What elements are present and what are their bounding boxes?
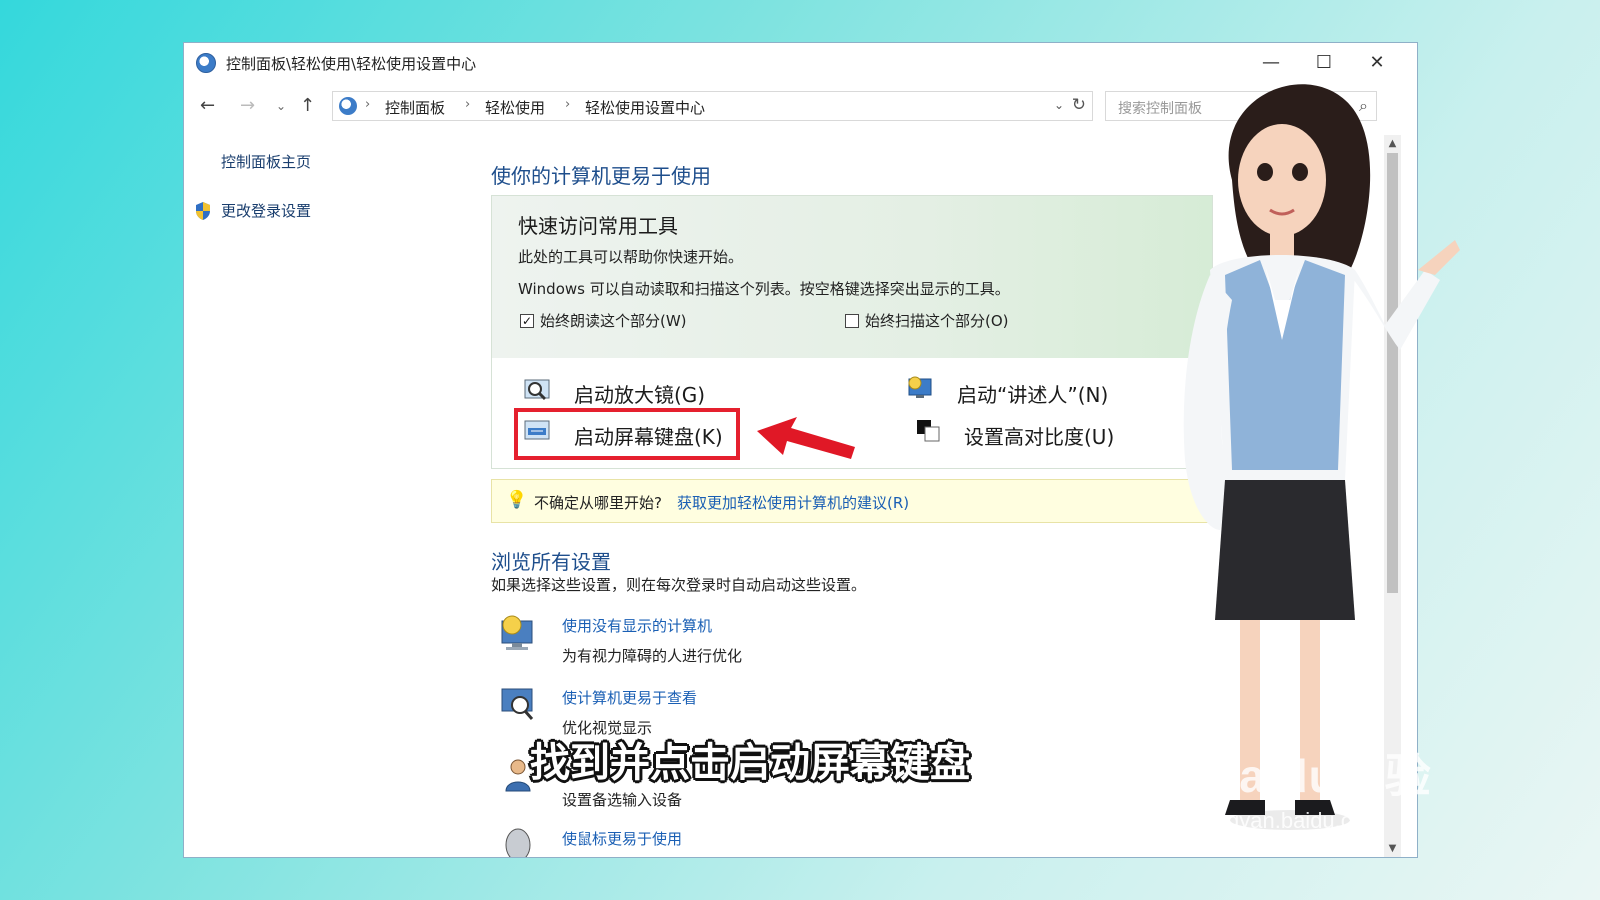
tip-text: 不确定从哪里开始?: [534, 494, 662, 512]
always-read-label[interactable]: 始终朗读这个部分(W): [540, 310, 687, 331]
shield-icon: [196, 202, 210, 220]
easier-to-see-icon: [501, 688, 534, 720]
breadcrumb-ease-of-access[interactable]: 轻松使用: [485, 97, 545, 118]
always-read-checkbox[interactable]: ✓: [520, 314, 534, 328]
get-recommendations-link[interactable]: 获取更加轻松使用计算机的建议(R): [677, 492, 909, 513]
category-desc-no-display: 为有视力障碍的人进行优化: [562, 647, 743, 665]
mouse-icon: [505, 828, 531, 857]
address-dropdown-icon[interactable]: ⌄: [1054, 98, 1064, 112]
category-link-mouse[interactable]: 使鼠标更易于使用: [562, 828, 682, 849]
category-desc-alternative-input: 设置备选输入设备: [562, 791, 683, 809]
sidebar-item-control-panel-home[interactable]: 控制面板主页: [221, 151, 311, 172]
back-button[interactable]: ←: [200, 95, 215, 116]
browse-settings-subtitle: 如果选择这些设置，则在每次登录时自动启动这些设置。: [491, 576, 867, 594]
window-title: 控制面板\轻松使用\轻松使用设置中心: [226, 55, 477, 73]
always-scan-checkbox[interactable]: [845, 314, 859, 328]
lightbulb-icon: 💡: [506, 490, 528, 510]
up-button[interactable]: ↑: [300, 95, 315, 116]
quick-access-title: 快速访问常用工具: [518, 214, 678, 238]
breadcrumb-ease-of-access-center[interactable]: 轻松使用设置中心: [585, 97, 705, 118]
start-on-screen-keyboard-link[interactable]: 启动屏幕键盘(K): [574, 421, 723, 450]
recent-locations-dropdown[interactable]: ⌄: [276, 99, 286, 113]
quick-access-panel: 快速访问常用工具 此处的工具可以帮助你快速开始。 Windows 可以自动读取和…: [491, 195, 1213, 360]
start-narrator-link[interactable]: 启动“讲述人”(N): [957, 379, 1108, 408]
baidu-watermark: Baidu经验 jingyan.baidu.com: [1205, 740, 1432, 834]
control-panel-icon: [339, 97, 357, 115]
red-arrow-icon: [757, 417, 855, 459]
magnifier-icon: [524, 379, 550, 401]
breadcrumb-separator: ›: [365, 97, 371, 112]
breadcrumb-separator: ›: [465, 97, 471, 112]
category-link-no-display[interactable]: 使用没有显示的计算机: [562, 615, 712, 636]
video-subtitle: 找到并点击启动屏幕键盘: [530, 740, 970, 786]
baidu-logo: Baidu经验: [1205, 750, 1432, 802]
keyboard-icon: [524, 420, 550, 440]
refresh-icon[interactable]: ↻: [1072, 95, 1086, 115]
tip-bar: 💡 不确定从哪里开始? 获取更加轻松使用计算机的建议(R): [491, 479, 1213, 523]
computer-without-display-icon: [501, 615, 533, 650]
baidu-url: jingyan.baidu.com: [1205, 808, 1383, 833]
browse-settings-title: 浏览所有设置: [491, 550, 611, 574]
forward-button[interactable]: →: [240, 95, 255, 116]
quick-access-instructions: Windows 可以自动读取和扫描这个列表。按空格键选择突出显示的工具。: [518, 280, 1010, 298]
breadcrumb-separator: ›: [565, 97, 571, 112]
set-high-contrast-link[interactable]: 设置高对比度(U): [964, 421, 1114, 450]
high-contrast-icon: [917, 420, 940, 442]
narrator-icon: [908, 376, 932, 398]
cartoon-presenter-image: [1183, 84, 1460, 830]
breadcrumb-control-panel[interactable]: 控制面板: [385, 97, 445, 118]
category-link-easier-to-see[interactable]: 使计算机更易于查看: [562, 687, 697, 708]
page-title: 使你的计算机更易于使用: [491, 164, 711, 188]
scroll-down-icon[interactable]: ▼: [1384, 840, 1401, 857]
always-scan-label[interactable]: 始终扫描这个部分(O): [865, 310, 1009, 331]
address-bar[interactable]: › 控制面板 › 轻松使用 › 轻松使用设置中心 ⌄ ↻: [332, 91, 1093, 121]
start-magnifier-link[interactable]: 启动放大镜(G): [574, 379, 705, 408]
quick-access-description: 此处的工具可以帮助你快速开始。: [518, 248, 744, 266]
control-panel-icon: [196, 53, 216, 73]
sidebar-item-change-sign-in-settings[interactable]: 更改登录设置: [221, 200, 311, 221]
quick-tools-panel: 启动放大镜(G) 启动“讲述人”(N) 启动屏幕键盘(K) 设置高对比度(U): [491, 358, 1213, 469]
